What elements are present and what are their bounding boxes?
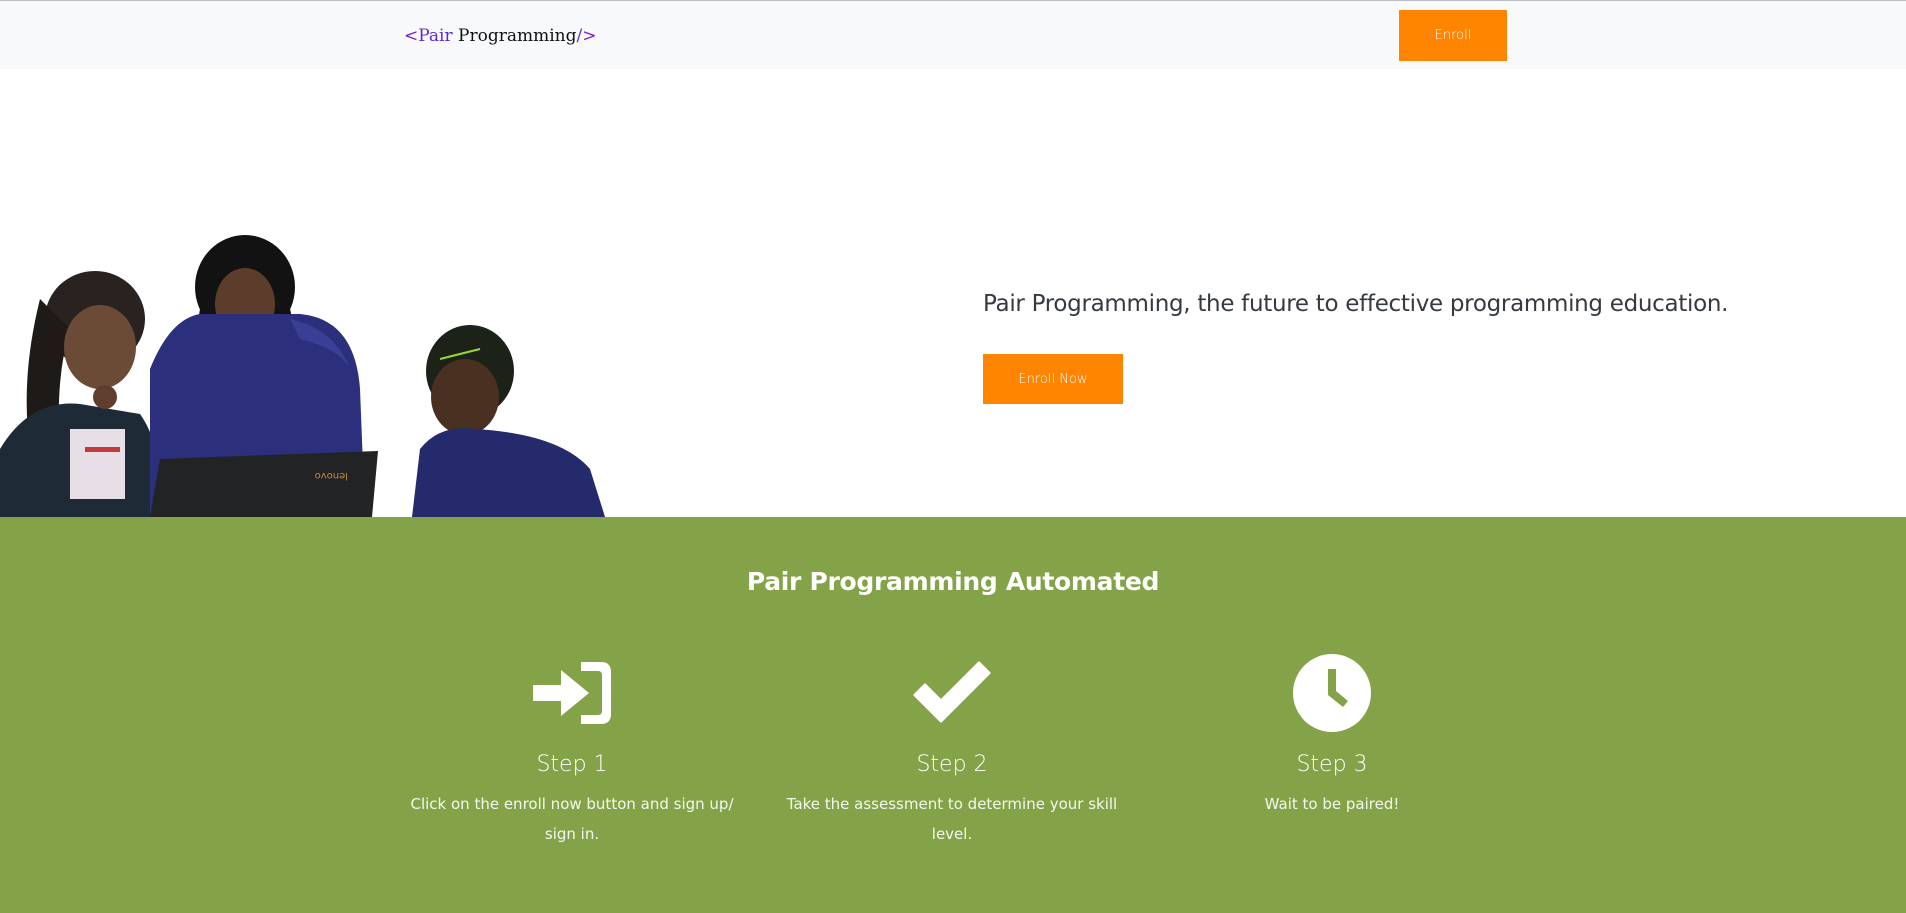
step-3: Step 3 Wait to be paired! bbox=[1152, 652, 1512, 819]
brand-open-bracket: < bbox=[404, 26, 419, 46]
steps-title: Pair Programming Automated bbox=[746, 567, 1160, 596]
step-3-description: Wait to be paired! bbox=[1264, 795, 1400, 813]
enroll-now-button[interactable]: Enroll Now bbox=[983, 354, 1123, 404]
brand-close-bracket: > bbox=[582, 26, 597, 46]
step-2: Step 2 Take the assessment to determine … bbox=[772, 652, 1132, 849]
hero-section: lenovo Pair Programming, the future to e… bbox=[0, 69, 1906, 517]
clock-icon bbox=[1293, 654, 1371, 732]
brand-pair: Pair bbox=[418, 26, 453, 46]
brand-programming: Programming bbox=[452, 26, 577, 46]
step-1: Step 1 Click on the enroll now button an… bbox=[392, 652, 752, 849]
step-2-description: Take the assessment to determine your sk… bbox=[786, 795, 1118, 843]
checkmark-icon bbox=[913, 661, 991, 723]
nav-enroll-button[interactable]: Enroll bbox=[1399, 10, 1507, 61]
steps-section: Pair Programming Automated Step 1 Click … bbox=[0, 517, 1906, 913]
hero-title: Pair Programming, the future to effectiv… bbox=[983, 291, 1729, 317]
laptop-brand-text: lenovo bbox=[315, 470, 348, 481]
sign-in-icon bbox=[533, 662, 611, 724]
step-2-label: Step 2 bbox=[916, 752, 988, 777]
step-1-label: Step 1 bbox=[536, 752, 608, 777]
students-at-laptop-image: lenovo bbox=[0, 235, 605, 517]
navbar: <Pair Programming/> Enroll bbox=[0, 1, 1906, 69]
brand-logo[interactable]: <Pair Programming/> bbox=[404, 26, 596, 46]
step-3-label: Step 3 bbox=[1296, 752, 1368, 777]
step-1-description: Click on the enroll now button and sign … bbox=[410, 795, 734, 843]
